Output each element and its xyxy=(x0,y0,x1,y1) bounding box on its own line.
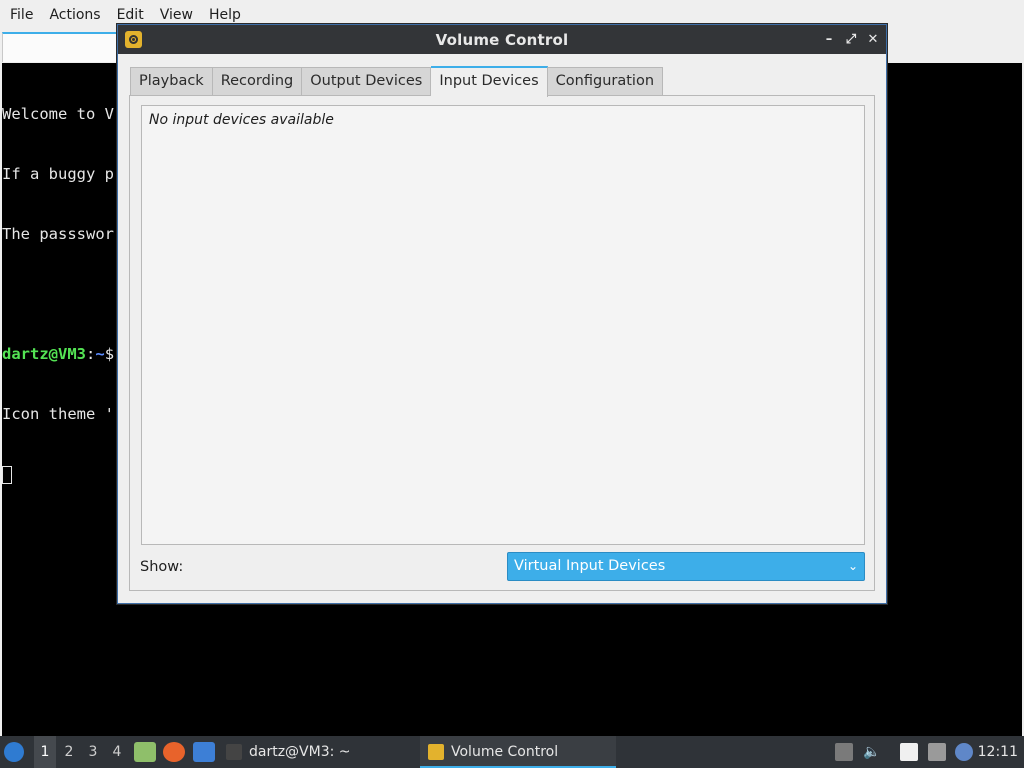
firefox-icon[interactable] xyxy=(163,742,185,762)
terminal-output: Welcome to V If a buggy p The passswor d… xyxy=(2,64,114,504)
tray-arrow-icon[interactable] xyxy=(835,743,853,761)
tab-input-devices[interactable]: Input Devices xyxy=(431,66,548,97)
network-icon[interactable] xyxy=(928,743,946,761)
terminal-prompt: dartz@VM3:~$ xyxy=(2,344,114,364)
task-volume-control[interactable]: Volume Control xyxy=(420,736,616,768)
volume-control-window: Volume Control – ⤢ ✕ Playback Recording … xyxy=(117,24,887,604)
task-terminal-label: dartz@VM3: ~ xyxy=(249,744,351,760)
workspace-3[interactable]: 3 xyxy=(82,736,104,768)
terminal-line: Icon theme ' xyxy=(2,405,114,423)
menu-actions[interactable]: Actions xyxy=(41,7,108,23)
start-menu-button[interactable] xyxy=(4,736,28,768)
terminal-cursor xyxy=(2,465,12,484)
tab-bar: Playback Recording Output Devices Input … xyxy=(130,66,664,97)
show-desktop-icon[interactable] xyxy=(193,742,215,762)
minimize-icon[interactable]: – xyxy=(822,32,836,47)
terminal-icon xyxy=(226,744,242,760)
volume-control-icon xyxy=(125,31,142,48)
prompt-user: dartz@VM3 xyxy=(2,345,86,363)
workspace-4[interactable]: 4 xyxy=(106,736,128,768)
task-volume-control-label: Volume Control xyxy=(451,744,559,760)
clock[interactable]: 12:11 xyxy=(978,736,1018,768)
volume-control-icon xyxy=(428,744,444,760)
menu-view[interactable]: View xyxy=(152,7,201,23)
window-titlebar[interactable]: Volume Control – ⤢ ✕ xyxy=(118,25,886,54)
app-menu-icon xyxy=(4,742,24,762)
maximize-icon[interactable]: ⤢ xyxy=(844,32,858,47)
file-manager-icon[interactable] xyxy=(134,742,156,762)
close-icon[interactable]: ✕ xyxy=(866,32,880,47)
terminal-line: If a buggy p xyxy=(2,165,114,183)
workspace-2[interactable]: 2 xyxy=(58,736,80,768)
show-label: Show: xyxy=(140,559,184,575)
chevron-down-icon: ⌄ xyxy=(847,559,858,573)
input-device-list[interactable]: No input devices available xyxy=(141,105,865,545)
volume-icon[interactable]: 🔈 xyxy=(863,743,881,761)
menu-file[interactable]: File xyxy=(2,7,41,23)
terminal-tab[interactable] xyxy=(2,32,122,62)
tab-panel: No input devices available Show: Virtual… xyxy=(129,95,875,591)
prompt-path: ~ xyxy=(95,345,105,363)
tab-recording[interactable]: Recording xyxy=(212,67,303,96)
prompt-end: $ xyxy=(104,345,115,363)
tab-output-devices[interactable]: Output Devices xyxy=(302,67,432,96)
terminal-cursor-line xyxy=(2,464,114,484)
window-title: Volume Control xyxy=(435,30,569,49)
clipboard-icon[interactable] xyxy=(900,743,918,761)
show-select-value: Virtual Input Devices xyxy=(514,558,666,574)
tab-playback[interactable]: Playback xyxy=(130,67,213,96)
show-select[interactable]: Virtual Input Devices ⌄ xyxy=(507,552,865,581)
tab-configuration[interactable]: Configuration xyxy=(547,67,664,96)
menu-help[interactable]: Help xyxy=(201,7,249,23)
taskbar: 1 2 3 4 dartz@VM3: ~ Volume Control 🔈 12… xyxy=(0,736,1024,768)
task-terminal[interactable]: dartz@VM3: ~ xyxy=(218,736,418,768)
empty-message: No input devices available xyxy=(149,112,334,128)
window-controls: – ⤢ ✕ xyxy=(822,25,880,54)
prompt-sep: : xyxy=(86,345,96,363)
workspace-1[interactable]: 1 xyxy=(34,736,56,768)
notification-icon[interactable] xyxy=(955,743,973,761)
terminal-line: Welcome to V xyxy=(2,105,114,123)
menu-edit[interactable]: Edit xyxy=(109,7,152,23)
terminal-line: The passswor xyxy=(2,225,114,243)
